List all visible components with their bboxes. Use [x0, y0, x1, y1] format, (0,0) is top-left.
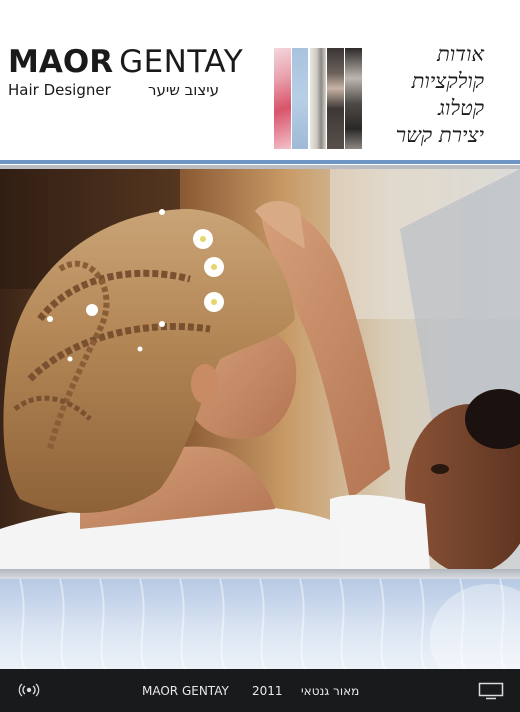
- nav-item-catalog[interactable]: קטלוג: [396, 95, 484, 122]
- brand-name-bold: MAOR: [8, 44, 114, 80]
- brand-name: MAOR GENTAY: [8, 44, 243, 80]
- thumb-strip-portrait: [327, 48, 344, 149]
- thumb-strip-dark: [345, 48, 362, 149]
- curtain-background: [0, 579, 520, 669]
- sound-icon[interactable]: [17, 681, 41, 699]
- brand-tagline-en: Hair Designer: [8, 81, 111, 99]
- brand-tagline-he: עיצוב שיער: [148, 81, 220, 99]
- thumb-strip-pink: [274, 48, 291, 149]
- collection-thumbnail-strips: [274, 48, 362, 149]
- footer-brand: MAOR GENTAY: [142, 684, 229, 698]
- screen-icon[interactable]: [478, 682, 504, 700]
- thumb-strip-gray: [310, 48, 326, 149]
- main-nav: אודות קולקציות קטלוג יצירת קשר: [396, 41, 484, 149]
- site-header: MAOR GENTAY Hair Designer עיצוב שיער אודו…: [0, 0, 520, 160]
- brand-name-light: GENTAY: [119, 44, 244, 80]
- site-footer: MAOR GENTAY 2011 מאור גנטאי: [0, 669, 520, 712]
- curtain-texture: [19, 579, 520, 669]
- thumb-strip-blue: [292, 48, 308, 149]
- hero-photo-illustration: [0, 169, 520, 569]
- footer-year: 2011: [252, 684, 283, 698]
- nav-item-collections[interactable]: קולקציות: [396, 68, 484, 95]
- hero-photo: [0, 169, 520, 569]
- photo-bottom-band: [0, 569, 520, 579]
- nav-item-about[interactable]: אודות: [396, 41, 484, 68]
- footer-brand-he: מאור גנטאי: [301, 684, 360, 698]
- header-divider-blue: [0, 160, 520, 164]
- nav-item-contact[interactable]: יצירת קשר: [396, 122, 484, 149]
- brand-logo[interactable]: MAOR GENTAY Hair Designer עיצוב שיער: [8, 44, 243, 99]
